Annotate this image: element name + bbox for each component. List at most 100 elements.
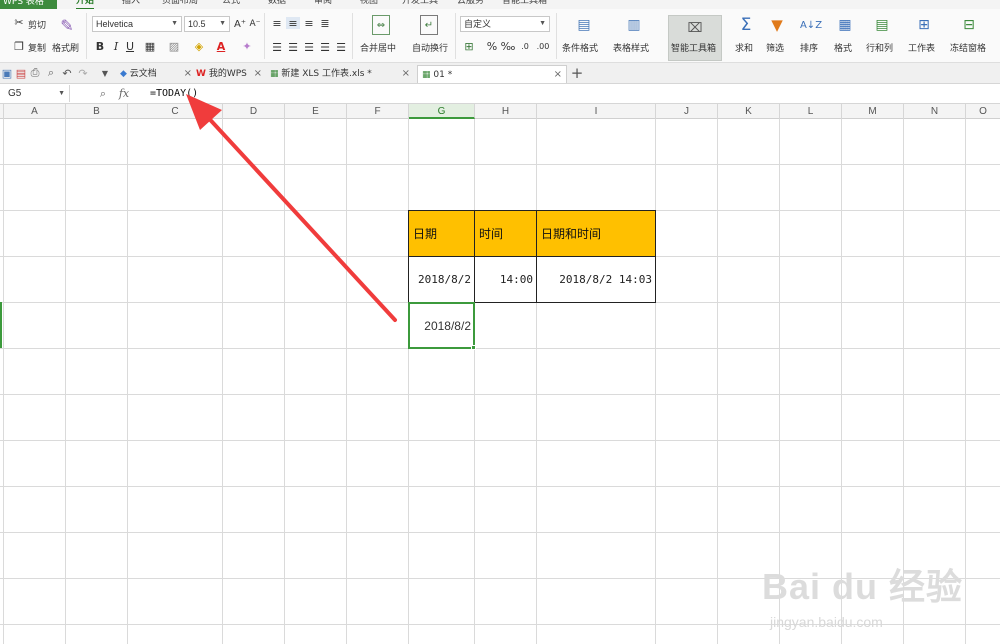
tab-cloud[interactable]: 云服务 — [457, 0, 484, 8]
column-header-o[interactable]: O — [966, 104, 1000, 119]
font-color-icon[interactable]: A — [214, 39, 228, 53]
increase-decimal-icon[interactable]: .0 — [518, 39, 532, 53]
tab-view[interactable]: 视图 — [360, 0, 378, 8]
percent-button[interactable]: % — [486, 39, 498, 53]
column-header-i[interactable]: I — [537, 104, 656, 119]
underline-button[interactable]: U — [124, 39, 136, 53]
sum-icon[interactable]: Σ — [737, 15, 755, 35]
filter-button[interactable]: 筛选 — [766, 41, 784, 54]
conditional-format-icon[interactable]: ▤ — [574, 15, 594, 35]
tab-smart-tools[interactable]: 智能工具箱 — [502, 0, 547, 8]
wrap-text-icon[interactable]: ↵ — [420, 15, 438, 35]
justify-icon[interactable]: ☰ — [318, 41, 332, 54]
filter-icon[interactable]: ▼ — [768, 15, 786, 35]
close-icon[interactable]: × — [402, 65, 410, 83]
italic-button[interactable]: I — [110, 39, 122, 53]
sort-button[interactable]: 排序 — [800, 41, 818, 54]
tab-review[interactable]: 审阅 — [314, 0, 332, 8]
column-header-k[interactable]: K — [718, 104, 780, 119]
redo-icon[interactable]: ↷ — [76, 66, 90, 80]
tab-page-layout[interactable]: 页面布局 — [162, 0, 198, 8]
table-style-icon[interactable]: ▥ — [624, 15, 644, 35]
distribute-icon[interactable]: ☰ — [334, 41, 348, 54]
column-header-m[interactable]: M — [842, 104, 904, 119]
currency-icon[interactable]: ⊞ — [462, 39, 476, 53]
close-icon[interactable]: × — [554, 66, 562, 84]
save-icon[interactable]: ▣ — [0, 66, 14, 80]
sum-button[interactable]: 求和 — [735, 41, 753, 54]
align-bottom-icon[interactable]: ≡ — [302, 17, 316, 30]
tab-new-xls[interactable]: ▦ 新建 XLS 工作表.xls * × — [266, 65, 414, 83]
tab-formulas[interactable]: 公式 — [222, 0, 240, 8]
column-header-f[interactable]: F — [347, 104, 409, 119]
font-size-select[interactable]: 10.5 ▼ — [184, 16, 230, 32]
tab-data[interactable]: 数据 — [268, 0, 286, 8]
format-icon[interactable]: ▦ — [836, 15, 854, 35]
conditional-format-button[interactable]: 条件格式 — [562, 41, 598, 54]
formula-input[interactable]: =TODAY() — [150, 85, 198, 102]
tab-insert[interactable]: 插入 — [122, 0, 140, 8]
table-cell-date[interactable]: 2018/8/2 — [408, 256, 475, 303]
worksheet-icon[interactable]: ⊞ — [915, 15, 933, 35]
tab-my-wps[interactable]: W 我的WPS × — [192, 65, 266, 83]
brush-icon[interactable]: ✎ — [58, 15, 76, 35]
thousands-button[interactable]: ‰ — [501, 39, 516, 53]
undo-icon[interactable]: ↶ — [60, 66, 74, 80]
rows-cols-button[interactable]: 行和列 — [866, 41, 893, 54]
align-top-icon[interactable]: ≡ — [270, 17, 284, 30]
merge-icon[interactable]: ⇔ — [372, 15, 390, 35]
table-header-date[interactable]: 日期 — [408, 210, 475, 257]
orientation-icon[interactable]: ≣ — [318, 17, 332, 30]
column-header-g[interactable]: G — [409, 104, 475, 119]
cell-style-icon[interactable]: ▨ — [166, 39, 182, 53]
sort-icon[interactable]: A↓Z — [800, 15, 822, 35]
zoom-icon[interactable]: ⌕ — [96, 86, 110, 101]
close-icon[interactable]: × — [184, 65, 192, 83]
export-pdf-icon[interactable]: ▤ — [14, 66, 28, 80]
table-header-time[interactable]: 时间 — [474, 210, 537, 257]
merge-center-button[interactable]: 合并居中 — [360, 41, 396, 54]
column-header-b[interactable]: B — [66, 104, 128, 119]
wrap-text-button[interactable]: 自动换行 — [412, 41, 448, 54]
clear-format-icon[interactable]: ✦ — [240, 39, 254, 53]
align-right-icon[interactable]: ☰ — [302, 41, 316, 54]
smart-toolbox-button[interactable]: ⌧ 智能工具箱 — [668, 15, 722, 61]
table-cell-time[interactable]: 14:00 — [474, 256, 537, 303]
tab-developer[interactable]: 开发工具 — [402, 0, 438, 8]
align-middle-icon[interactable]: ≡ — [286, 17, 300, 30]
number-format-select[interactable]: 自定义 ▼ — [460, 16, 550, 32]
copy-icon[interactable]: ❐ — [12, 39, 26, 53]
tab-01[interactable]: ▦ 01 * × — [417, 65, 567, 83]
align-center-icon[interactable]: ☰ — [286, 41, 300, 54]
close-icon[interactable]: × — [254, 65, 262, 83]
fill-handle[interactable] — [471, 345, 476, 350]
rows-cols-icon[interactable]: ▤ — [873, 15, 891, 35]
table-style-button[interactable]: 表格样式 — [613, 41, 649, 54]
insert-function-button[interactable]: fx — [116, 86, 132, 101]
new-tab-button[interactable]: + — [570, 64, 584, 82]
app-menu-button[interactable]: WPS 表格 — [0, 0, 57, 9]
column-header-j[interactable]: J — [656, 104, 718, 119]
column-header-l[interactable]: L — [780, 104, 842, 119]
align-left-icon[interactable]: ☰ — [270, 41, 284, 54]
bold-button[interactable]: B — [94, 39, 106, 53]
format-painter-button[interactable]: 格式刷 — [52, 41, 79, 54]
shrink-font-icon[interactable]: A⁻ — [248, 16, 262, 32]
copy-button[interactable]: 复制 — [28, 41, 46, 54]
tab-home[interactable]: 开始 — [76, 0, 95, 9]
grow-font-icon[interactable]: A⁺ — [233, 16, 247, 32]
decrease-decimal-icon[interactable]: .00 — [536, 39, 550, 53]
column-header-a[interactable]: A — [4, 104, 66, 119]
name-box[interactable]: G5 ▼ — [0, 85, 70, 102]
column-header-c[interactable]: C — [128, 104, 223, 119]
freeze-panes-button[interactable]: 冻结窗格 — [950, 41, 986, 54]
column-header-h[interactable]: H — [475, 104, 537, 119]
column-header-d[interactable]: D — [223, 104, 285, 119]
fill-color-icon[interactable]: ◈ — [192, 39, 206, 53]
column-header-n[interactable]: N — [904, 104, 966, 119]
scissors-icon[interactable]: ✂ — [12, 15, 26, 29]
border-icon[interactable]: ▦ — [142, 39, 158, 53]
column-header-e[interactable]: E — [285, 104, 347, 119]
format-button[interactable]: 格式 — [834, 41, 852, 54]
preview-icon[interactable]: ⌕ — [44, 66, 58, 80]
